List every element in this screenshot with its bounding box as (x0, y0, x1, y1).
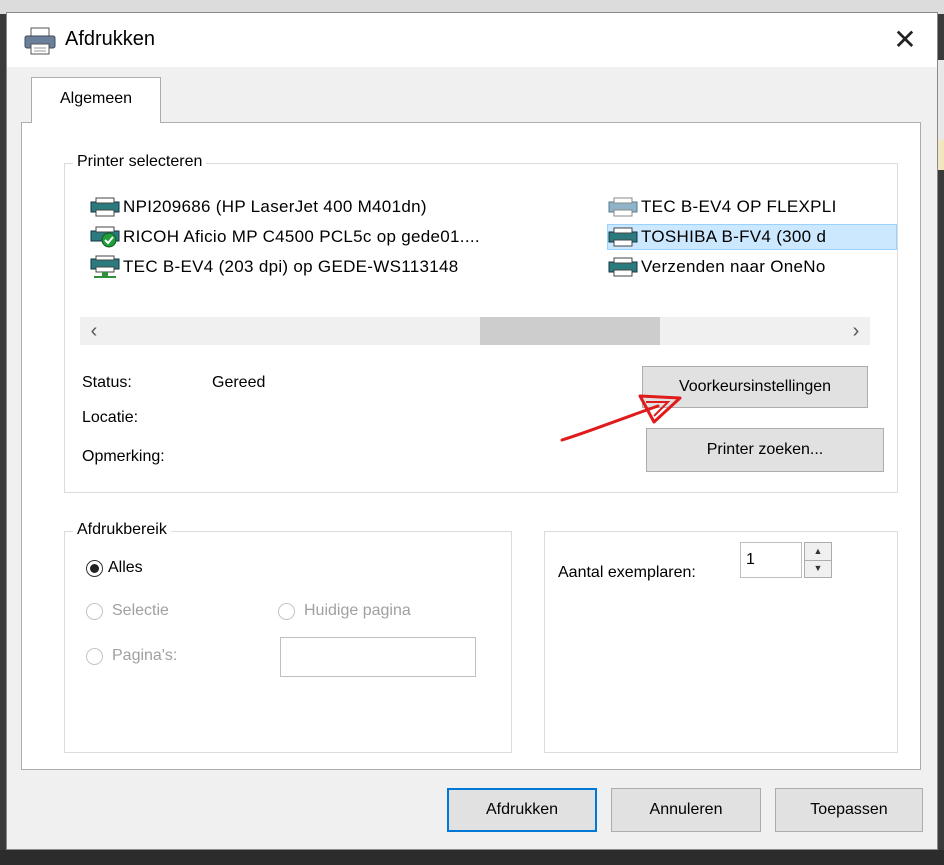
printer-item[interactable]: TEC B-EV4 (203 dpi) op GEDE-WS113148 (90, 255, 459, 279)
printer-icon (24, 27, 56, 55)
comment-label: Opmerking: (82, 448, 165, 465)
print-range-legend: Afdrukbereik (73, 521, 171, 539)
close-button[interactable]: ✕ (887, 23, 923, 57)
printer-item[interactable]: TEC B-EV4 OP FLEXPLI (608, 195, 837, 219)
print-button[interactable]: Afdrukken (447, 788, 597, 832)
status-label: Status: (82, 374, 132, 391)
tab-algemeen[interactable]: Algemeen (31, 77, 161, 123)
spin-up-icon[interactable]: ▲ (805, 543, 831, 561)
printer-label: TEC B-EV4 OP FLEXPLI (641, 197, 837, 216)
printer-label: TEC B-EV4 (203 dpi) op GEDE-WS113148 (123, 257, 459, 276)
printer-item[interactable]: NPI209686 (HP LaserJet 400 M401dn) (90, 195, 427, 219)
apply-button[interactable]: Toepassen (775, 788, 923, 832)
radio-pages[interactable] (86, 648, 103, 665)
print-dialog: Afdrukken ✕ Algemeen Printer selecteren … (6, 12, 938, 850)
horizontal-scrollbar[interactable]: ‹ › (80, 317, 870, 345)
cancel-button[interactable]: Annuleren (611, 788, 761, 832)
copies-spinner[interactable]: ▲ ▼ (804, 542, 832, 578)
scrollbar-thumb[interactable] (480, 317, 660, 345)
radio-selection-label[interactable]: Selectie (112, 602, 169, 620)
radio-current-page-label[interactable]: Huidige pagina (304, 602, 411, 620)
printer-icon (608, 227, 638, 247)
printer-icon (608, 197, 638, 217)
printer-item-selected[interactable]: TOSHIBA B-FV4 (300 d (607, 224, 897, 250)
printer-item[interactable]: Verzenden naar OneNo (608, 255, 826, 279)
radio-selection[interactable] (86, 603, 103, 620)
radio-pages-label[interactable]: Pagina's: (112, 647, 177, 665)
network-printer-icon (90, 255, 120, 278)
printer-label: NPI209686 (HP LaserJet 400 M401dn) (123, 197, 427, 216)
printer-label: RICOH Aficio MP C4500 PCL5c op gede01...… (123, 227, 480, 246)
printer-item[interactable]: RICOH Aficio MP C4500 PCL5c op gede01...… (90, 225, 480, 249)
copies-input[interactable]: 1 (740, 542, 802, 578)
annotation-arrow-icon (560, 394, 682, 442)
title-bar: Afdrukken ✕ (7, 13, 937, 67)
printer-icon (608, 257, 638, 277)
radio-all[interactable] (86, 560, 103, 577)
radio-current-page[interactable] (278, 603, 295, 620)
default-printer-icon (90, 226, 120, 248)
pages-input[interactable] (280, 637, 476, 677)
printer-label: Verzenden naar OneNo (641, 257, 826, 276)
background-taskbar (0, 850, 944, 865)
spin-down-icon[interactable]: ▼ (805, 560, 831, 577)
location-label: Locatie: (82, 409, 139, 426)
scroll-right-button[interactable]: › (842, 317, 870, 345)
copies-label: Aantal exemplaren: (558, 564, 696, 581)
radio-all-label[interactable]: Alles (108, 559, 143, 577)
scroll-left-button[interactable]: ‹ (80, 317, 108, 345)
tab-panel-general: Printer selecteren NPI209686 (HP LaserJe… (21, 122, 921, 770)
printer-select-legend: Printer selecteren (73, 153, 207, 171)
printer-label: TOSHIBA B-FV4 (300 d (641, 227, 827, 246)
printer-icon (90, 197, 120, 217)
status-value: Gereed (212, 374, 266, 391)
dialog-title: Afdrukken (65, 28, 156, 50)
